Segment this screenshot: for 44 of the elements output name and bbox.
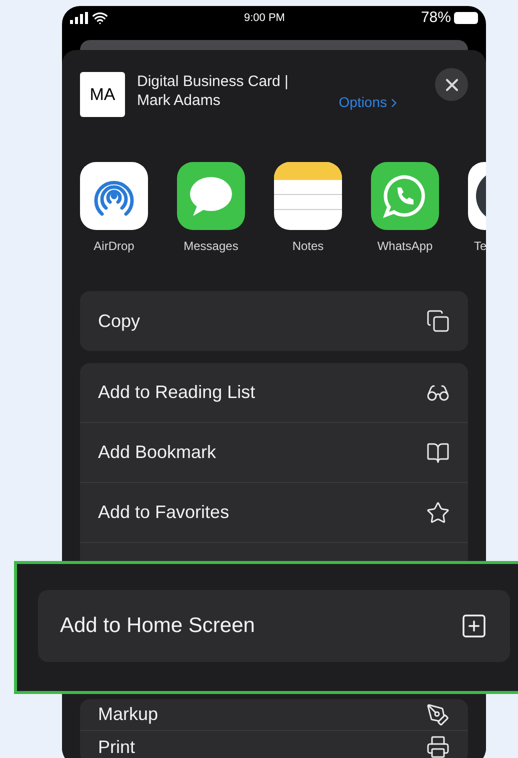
action-row[interactable]: Add to Reading List — [80, 363, 468, 423]
wifi-icon — [92, 10, 108, 26]
avatar-tile: MA — [80, 72, 125, 117]
plus-square-icon — [460, 612, 488, 640]
action-row[interactable]: Add Bookmark — [80, 423, 468, 483]
action-label: Add to Home Screen — [60, 613, 255, 640]
app-label: WhatsApp — [376, 238, 434, 255]
battery-percent: 78% — [420, 8, 451, 28]
home-screen-row[interactable]: Add to Home Screen — [38, 590, 510, 662]
action-row[interactable]: Copy — [80, 291, 468, 351]
app-label: Notes — [291, 238, 325, 255]
action-label: Add Bookmark — [98, 441, 216, 464]
share-app[interactable]: Te — [468, 162, 486, 255]
airdrop-icon — [80, 162, 148, 230]
close-button[interactable] — [435, 68, 468, 101]
notepad-icon — [274, 162, 342, 230]
action-row[interactable]: Markup — [80, 699, 468, 731]
book-icon — [426, 440, 450, 464]
share-title: Digital Business Card | — [137, 72, 288, 91]
app-label: Te — [474, 238, 486, 255]
battery-icon — [454, 12, 478, 24]
share-app[interactable]: Notes — [274, 162, 342, 255]
signal-icon — [70, 12, 88, 24]
star-icon — [426, 500, 450, 524]
options-link[interactable]: Options — [338, 92, 401, 113]
phone-bubble-icon — [371, 162, 439, 230]
app-label: AirDrop — [92, 238, 136, 255]
action-row[interactable]: Print — [80, 731, 468, 758]
share-subtitle: Mark Adams — [137, 91, 222, 110]
action-label: Print — [98, 736, 136, 758]
action-label: Copy — [98, 310, 140, 333]
speech-bubble-icon — [177, 162, 245, 230]
action-label: Add to Favorites — [98, 501, 230, 524]
printer-icon — [426, 735, 450, 758]
status-time: 9:00 PM — [244, 10, 285, 26]
app-label: Messages — [182, 238, 240, 255]
share-app[interactable]: WhatsApp — [371, 162, 439, 255]
action-label: Markup — [98, 703, 158, 726]
share-app[interactable]: AirDrop — [80, 162, 148, 255]
copy-icon — [426, 309, 450, 333]
action-row[interactable]: Add to Favorites — [80, 483, 468, 543]
share-app[interactable]: Messages — [177, 162, 245, 255]
action-label: Add to Reading List — [98, 381, 256, 404]
pen-icon — [426, 702, 450, 726]
